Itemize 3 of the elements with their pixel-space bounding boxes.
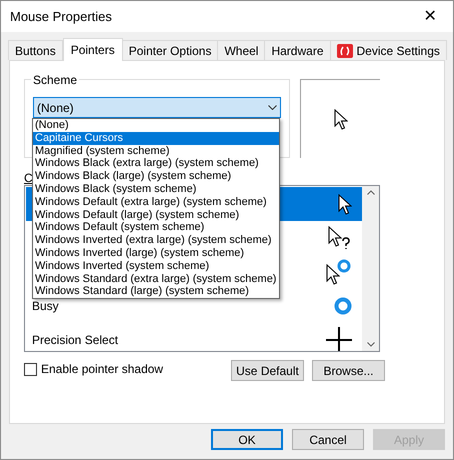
- window-title: Mouse Properties: [10, 8, 112, 26]
- checkbox-label: Enable pointer shadow: [41, 361, 164, 378]
- customize-label: C: [24, 170, 33, 184]
